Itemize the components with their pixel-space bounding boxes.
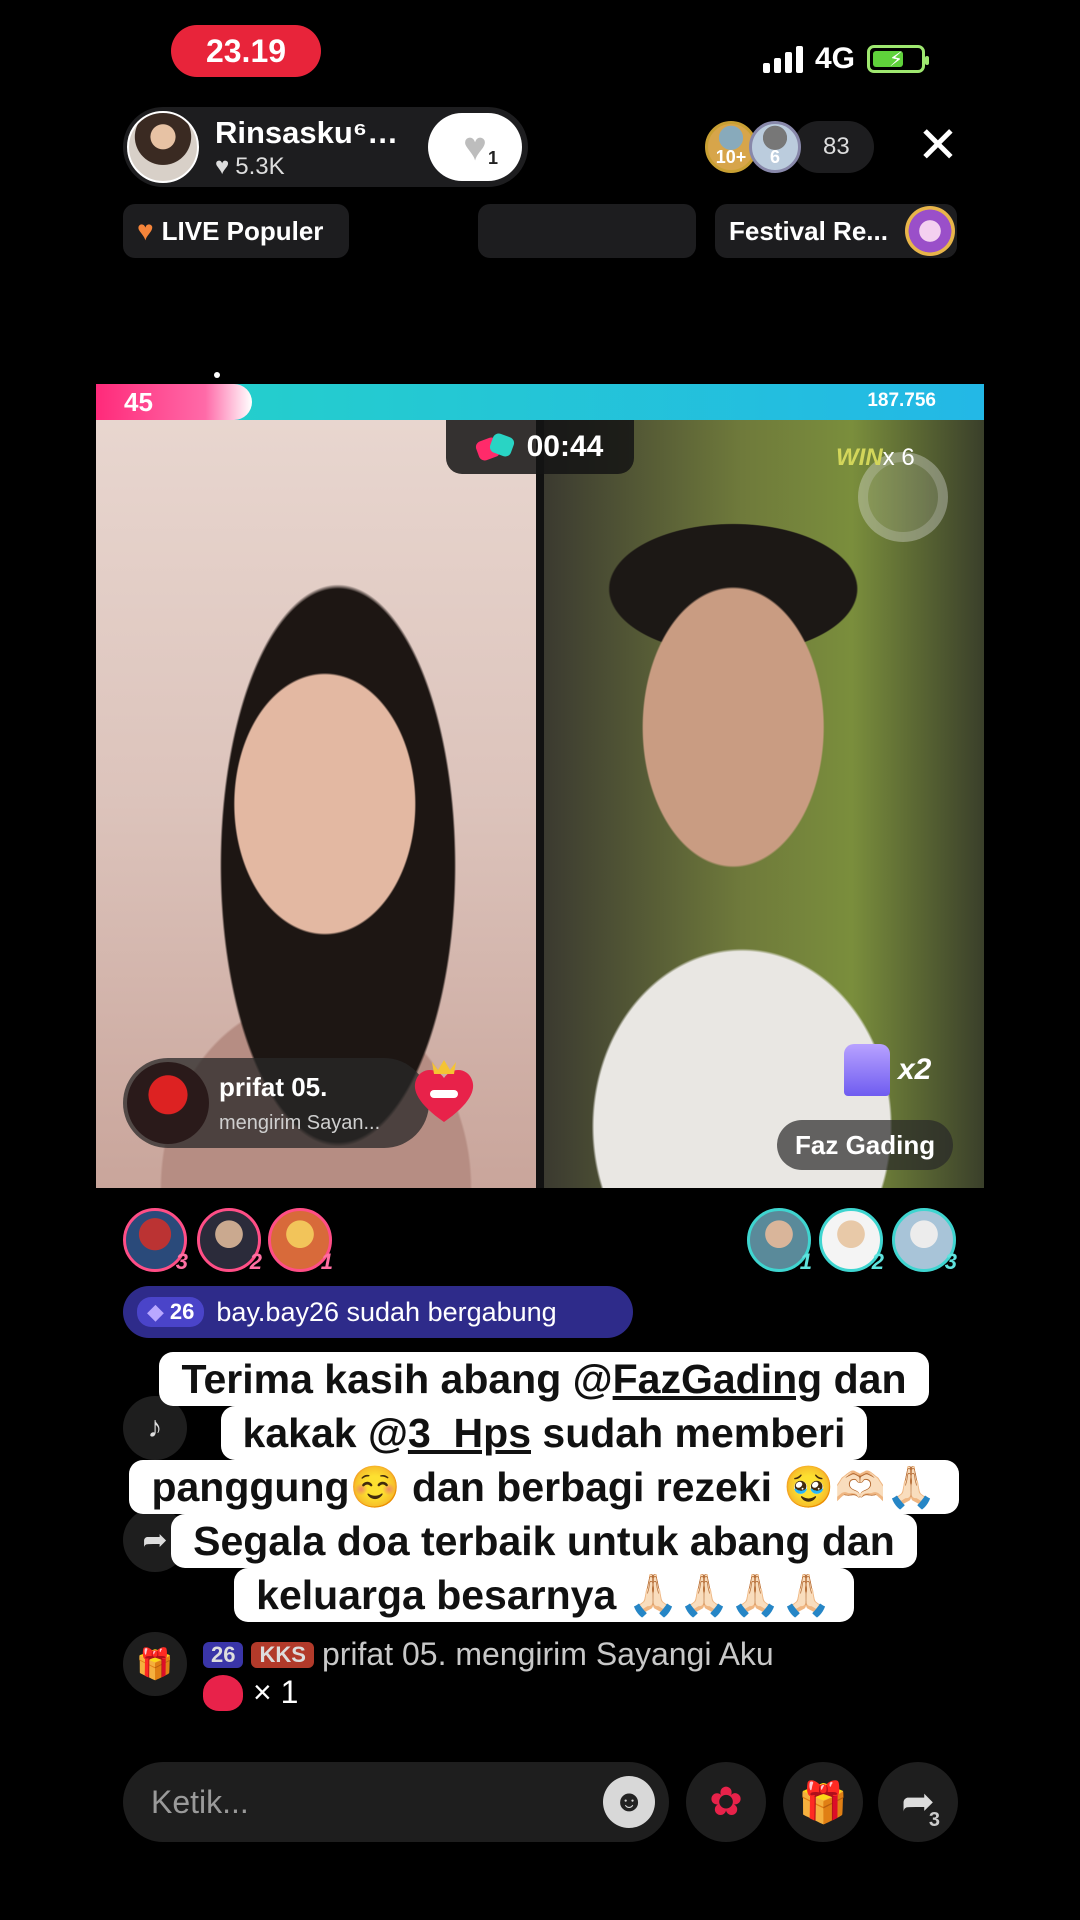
rose-gift-button[interactable]: ✿ [686,1762,766,1842]
viewer-count[interactable]: 83 [793,121,874,173]
battery-charging-icon: ⚡ [867,45,929,73]
castle-gift-icon [844,1044,890,1096]
gift-notification[interactable]: prifat 05. mengirim Sayan... [123,1058,429,1148]
gifter-rank: 3 [175,1249,188,1274]
comment-fan-badge: KKS [251,1641,314,1668]
caption-line-1: Terima kasih abang @FazGading dan [159,1352,929,1406]
join-notification: ◆ 26 bay.bay26 sudah bergabung [123,1286,633,1338]
host-likes: ♥ 5.3K [215,153,285,181]
caption-overlay: Terima kasih abang @FazGading dan kakak … [92,1352,996,1622]
status-clock: 23.19 [171,25,321,77]
signal-icon [762,45,803,73]
caption-line-4: Segala doa terbaik untuk abang dan [171,1514,917,1568]
festival-chip[interactable]: Festival Re... [715,204,957,258]
comment-gift-line: × 1 [203,1674,298,1711]
emoji-icon[interactable]: ☻ [603,1776,655,1828]
share-button[interactable]: ➦ 3 [878,1762,958,1842]
battle-timer: 00:44 [446,420,634,474]
left-score: 45 [96,384,252,420]
popular-heart-icon: ♥ [137,215,154,246]
close-icon[interactable]: ✕ [915,120,961,170]
heart-gift-icon [414,1060,474,1122]
diamond-icon: ◆ [147,1299,164,1324]
indicator-dot [214,372,220,378]
gifter-rank: 1 [799,1249,812,1274]
caption-line-3: panggung☺️ dan berbagi rezeki 🥹🫶🏻🙏🏻 [129,1460,959,1514]
guest-gift-multiplier: x2 [844,1044,931,1096]
chat-comment: 26 KKS prifat 05. mengirim Sayangi Aku [203,1636,774,1673]
empty-chip[interactable] [478,204,696,258]
mention-3hps[interactable]: 3_Hps [408,1410,531,1456]
live-popular-label: LIVE Populer [161,215,324,246]
gift-text: mengirim Sayan... [219,1112,381,1134]
gifter-rank: 2 [249,1249,262,1274]
heart-icon: ♥ [463,124,487,169]
gift-icon: 🎁 [798,1780,848,1825]
like-count: 1 [487,148,498,168]
gift-box-icon[interactable]: 🎁 [123,1632,187,1696]
timer-value: 00:44 [526,430,604,463]
mention-fazgading[interactable]: FazGading [613,1356,823,1402]
like-button[interactable]: ♥ 1 [428,113,522,181]
gifter-rank: 3 [944,1249,957,1274]
win-multiplier: x 6 [882,444,915,471]
share-count: 3 [928,1809,940,1831]
live-popular-chip[interactable]: ♥ LIVE Populer [123,204,349,258]
host-profile[interactable]: Rinsasku⁶… ♥ 5.3K ♥ 1 [123,107,528,187]
level-value: 26 [169,1299,195,1324]
right-score: 187.756 [867,390,936,411]
comment-level-badge: 26 [203,1641,244,1668]
rose-icon: ✿ [709,1780,743,1824]
network-label: 4G [814,42,855,75]
top-gifter-left-1[interactable]: 3 [123,1208,188,1274]
win-streak-badge: WINx 6 [836,444,915,472]
host-likes-count: 5.3K [235,153,285,180]
heart-gift-icon [203,1674,243,1711]
level-badge: ◆ 26 [137,1297,205,1327]
comment-input[interactable] [151,1778,571,1826]
guest-name-label[interactable]: Faz Gading [777,1120,954,1170]
comment-text: prifat 05. mengirim Sayangi Aku [321,1636,774,1672]
viewer-avatar[interactable]: 6 [749,121,801,173]
host-avatar[interactable] [127,111,199,183]
viewer-rank-badge: 6 [769,147,780,167]
gifter-rank: 2 [871,1249,884,1274]
festival-label: Festival Re... [729,215,888,246]
join-text: bay.bay26 sudah bergabung [216,1296,557,1327]
caption-line-5: keluarga besarnya 🙏🏻🙏🏻🙏🏻🙏🏻 [234,1568,854,1622]
battle-gloves-icon [477,433,515,461]
top-gifter-right-2[interactable]: 2 [819,1208,884,1274]
gift-sender-avatar[interactable] [127,1062,209,1144]
battle-score-bar: 45 187.756 [96,384,984,420]
top-gifter-left-2[interactable]: 2 [197,1208,262,1274]
heart-icon: ♥ [215,153,230,180]
top-gifter-left-3[interactable]: 1 [268,1208,333,1274]
gift-multiplier-value: x2 [898,1053,932,1086]
festival-badge-icon [905,206,955,256]
top-gifter-right-1[interactable]: 1 [747,1208,812,1274]
gift-button[interactable]: 🎁 [783,1762,863,1842]
win-label: WIN [836,444,883,471]
gift-count: × 1 [253,1674,299,1710]
gift-sender-name: prifat 05. [219,1072,328,1102]
host-name: Rinsasku⁶… [215,115,399,150]
viewer-list[interactable]: 10+ 6 83 [705,121,874,173]
comment-input-container[interactable]: ☻ [123,1762,669,1842]
gifter-rank: 1 [320,1249,333,1274]
video-divider [536,420,544,1188]
top-gifter-right-3[interactable]: 3 [892,1208,957,1274]
viewer-rank-badge: 10+ [715,147,747,167]
status-indicators: 4G ⚡ [762,42,929,76]
caption-line-2: kakak @3_Hps sudah memberi [220,1406,868,1460]
